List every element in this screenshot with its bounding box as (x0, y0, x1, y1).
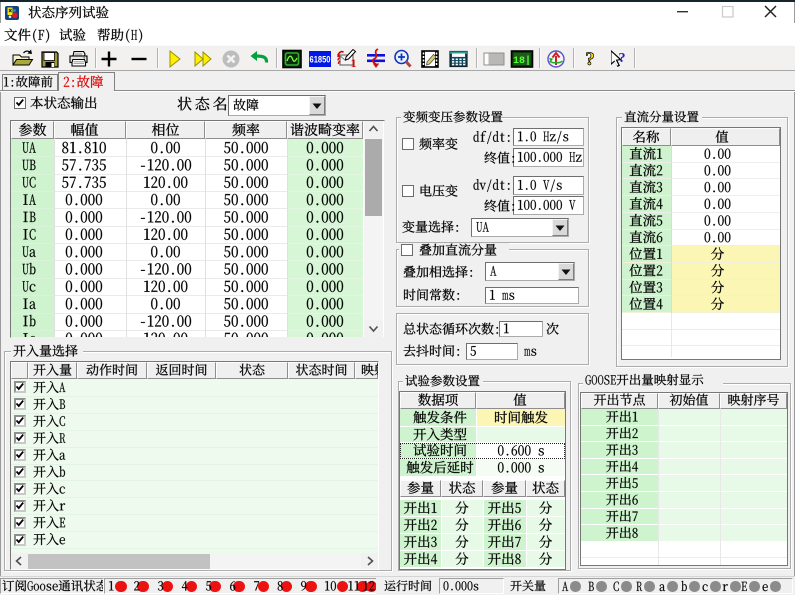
svg-text:18|: 18| (513, 55, 531, 67)
svg-text:?: ? (619, 51, 626, 66)
svg-text:?: ? (585, 49, 595, 70)
svg-text:61850: 61850 (310, 55, 331, 66)
svg-text:1: 1 (351, 56, 357, 70)
